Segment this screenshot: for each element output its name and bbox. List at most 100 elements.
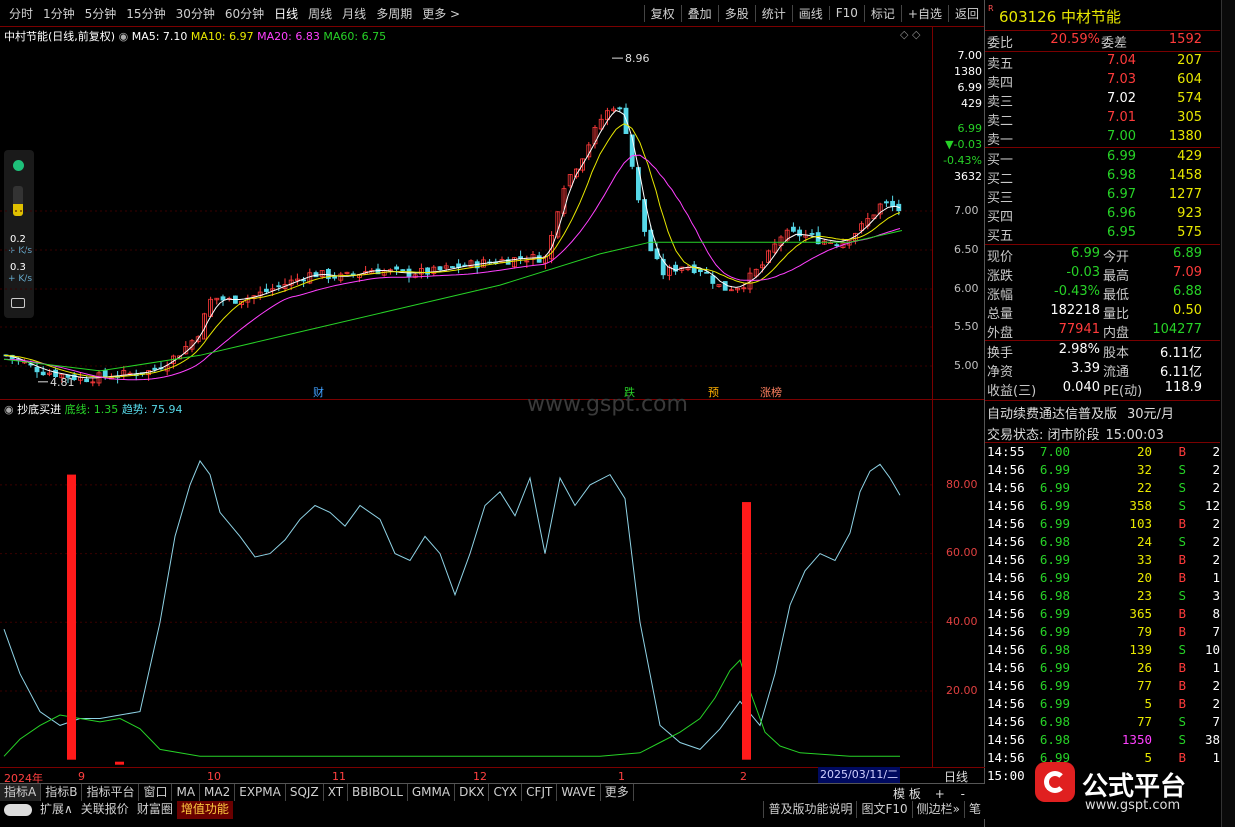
indicator-tab[interactable]: BBIBOLL — [348, 784, 408, 801]
period-tab[interactable]: 日线 — [269, 5, 303, 22]
level-label: 卖五 — [987, 57, 1014, 72]
indicator-tab[interactable]: 窗口 — [139, 784, 173, 801]
stat-value: 3.39 — [1071, 361, 1100, 376]
period-tab[interactable]: 月线 — [337, 5, 371, 22]
mini-quote-item: ▼-0.03 — [945, 138, 982, 151]
price-tick-label: 5.00 — [954, 359, 979, 372]
stat-value: 0.040 — [1062, 380, 1100, 395]
candle — [797, 226, 802, 241]
tool-button[interactable]: 画线 — [791, 4, 829, 22]
stat-row: 涨幅 -0.43% 最低 6.88 — [985, 284, 1220, 303]
candle — [890, 195, 895, 212]
period-tab[interactable]: 周线 — [303, 5, 337, 22]
level-label: 买四 — [987, 210, 1014, 225]
indicator-tab[interactable]: 指标A — [0, 784, 42, 801]
extension-right-tab[interactable]: 图文F10 — [856, 801, 911, 818]
tick-row: 14:56 6.98 1350 S 38 — [985, 732, 1220, 750]
stat-label: 收益(三) — [987, 384, 1037, 399]
tick-count: 2 — [1212, 462, 1220, 477]
tick-volume: 20 — [1136, 570, 1152, 585]
tool-button[interactable]: 返回 — [947, 4, 985, 22]
extension-right-tab[interactable]: 侧边栏» — [911, 801, 964, 818]
zoom-in-button[interactable]: + — [935, 787, 945, 801]
tick-time: 14:56 — [987, 480, 1025, 495]
tick-time: 14:56 — [987, 642, 1025, 657]
tick-price: 6.99 — [1039, 678, 1070, 693]
level-label: 买三 — [987, 191, 1014, 206]
marker-cai[interactable]: 财 — [313, 384, 324, 400]
extension-tab[interactable]: 增值功能 — [176, 801, 233, 819]
indicator-tab[interactable]: WAVE — [557, 784, 601, 801]
price-tick-label: 7.00 — [954, 204, 979, 217]
tick-side: B — [1178, 444, 1186, 459]
tick-count: 2 — [1212, 552, 1220, 567]
indicator-tab[interactable]: MA2 — [200, 784, 236, 801]
tick-row: 14:56 6.99 365 B 8 — [985, 606, 1220, 624]
indicator-tab[interactable]: DKX — [455, 784, 490, 801]
candle — [660, 253, 666, 280]
indicator-tab[interactable]: CYX — [489, 784, 523, 801]
stat2-row: 收益(三) 0.040 PE(动) 118.9 — [985, 380, 1220, 399]
tool-button[interactable]: 复权 — [643, 4, 681, 22]
indicator-tab[interactable]: GMMA — [408, 784, 456, 801]
buy-signal-bar — [742, 502, 751, 760]
period-tab[interactable]: 1分钟 — [38, 5, 80, 22]
candlestick-chart[interactable]: 8.96 4.81 — [0, 40, 932, 398]
period-tab[interactable]: 分时 — [4, 5, 38, 22]
tick-row: 14:56 6.99 77 B 2 — [985, 678, 1220, 696]
promo-banner[interactable]: 自动续费通达信普及版 30元/月 — [987, 403, 1174, 422]
indicator-tab[interactable]: EXPMA — [235, 784, 286, 801]
indicator-tab[interactable]: 指标B — [41, 784, 83, 801]
tick-time: 14:56 — [987, 552, 1025, 567]
stat-row: 涨跌 -0.03 最高 7.09 — [985, 265, 1220, 284]
level-label: 买五 — [987, 229, 1014, 244]
side-scrollbar[interactable] — [1221, 0, 1235, 827]
period-tab[interactable]: 更多 > — [417, 5, 465, 22]
tool-button[interactable]: +自选 — [900, 4, 948, 22]
stat-label: PE(动) — [1103, 384, 1143, 399]
zoom-out-button[interactable]: - — [961, 787, 965, 801]
period-tab[interactable]: 多周期 — [371, 5, 417, 22]
tool-button[interactable]: 叠加 — [680, 4, 718, 22]
candle — [338, 271, 344, 283]
stat-value: 6.89 — [1173, 246, 1202, 261]
tab-ban[interactable]: 板 — [909, 787, 921, 801]
period-tabs: 分时 1分钟 5分钟 15分钟 30分钟 60分钟 日线 周线 月线 多周期 更多 > — [0, 5, 465, 22]
candle — [722, 281, 728, 291]
ma60-line — [3, 230, 903, 372]
extension-right-tab[interactable]: 笔 — [963, 801, 985, 818]
level-price: 7.01 — [1107, 110, 1136, 125]
indicator-tab[interactable]: XT — [324, 784, 349, 801]
extension-tab[interactable]: 财富圈 — [133, 801, 177, 819]
indicator-tab[interactable]: 指标平台 — [82, 784, 140, 801]
order-book-row: 卖二 7.01 305 — [985, 110, 1220, 129]
tick-count: 7 — [1212, 714, 1220, 729]
stat2-row: 净资 3.39 流通 6.11亿 — [985, 361, 1220, 380]
indicator-tab[interactable]: SQJZ — [286, 784, 324, 801]
indicator-tab[interactable]: MA — [172, 784, 201, 801]
tick-time: 14:56 — [987, 750, 1025, 765]
period-tab[interactable]: 5分钟 — [80, 5, 122, 22]
marker-zhangbang[interactable]: 涨榜 — [760, 384, 782, 400]
period-tab[interactable]: 30分钟 — [171, 5, 220, 22]
extension-tab[interactable]: 关联报价 — [77, 801, 133, 819]
indicator-chart[interactable] — [0, 412, 932, 766]
period-tab[interactable]: 60分钟 — [220, 5, 269, 22]
tool-button[interactable]: 多股 — [717, 4, 755, 22]
tool-button[interactable]: 统计 — [754, 4, 792, 22]
level-price: 6.95 — [1107, 225, 1136, 240]
tick-count: 1 — [1212, 750, 1220, 765]
indicator-tab[interactable]: 更多 — [601, 784, 634, 801]
indicator-tab[interactable]: CFJT — [522, 784, 558, 801]
extension-right-tab[interactable]: 普及版功能说明 — [763, 801, 856, 818]
tab-mo[interactable]: 模 — [893, 787, 905, 801]
tool-button[interactable]: F10 — [828, 6, 864, 20]
toggle-switch[interactable] — [4, 804, 32, 816]
marker-yu[interactable]: 预 — [708, 384, 719, 400]
period-tab[interactable]: 15分钟 — [121, 5, 170, 22]
tool-button[interactable]: 标记 — [863, 4, 901, 22]
level-price: 7.02 — [1107, 91, 1136, 106]
candle — [512, 257, 517, 269]
extension-tab[interactable]: 扩展∧ — [36, 801, 77, 819]
stock-name: 中材节能 — [1061, 8, 1122, 26]
